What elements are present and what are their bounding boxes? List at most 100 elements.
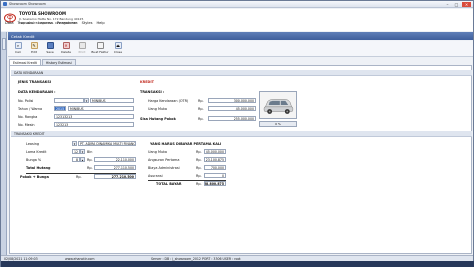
pokok-bunga-rp: Rp.: [76, 175, 82, 179]
biaya-admin-rp: Rp.: [196, 166, 202, 170]
bunga-amount-field: 22.110.000: [94, 157, 136, 162]
vehicle-photo: [259, 91, 297, 119]
menu-transaksi[interactable]: Transaksi: [18, 21, 35, 25]
no-mesin-label: No. Mesin: [18, 123, 35, 127]
bayar-uang-muka-field: 45.000.000: [204, 149, 226, 154]
no-polisi-type-field[interactable]: MINIBUS: [90, 98, 134, 103]
lama-kredit-field[interactable]: 12: [72, 149, 80, 154]
toolbar: ⌕ Cari ✎ Edit Save ✕ Delete Print Buat F…: [8, 41, 473, 57]
menu-wrapper: Data Transaksi Laporan Pengaturan Styles…: [1, 9, 473, 32]
print-icon: [78, 42, 86, 49]
bunga-field[interactable]: 8: [72, 157, 80, 162]
menu-laporan[interactable]: Laporan: [38, 21, 53, 25]
total-bayar-label: TOTAL BAYAR: [156, 182, 182, 186]
section-transaksi-kredit: TRANSAKSI KREDIT: [11, 131, 472, 137]
leasing-field[interactable]: PT. ADIRA DINAMIKA MULTI FINANCE: [78, 141, 136, 146]
total-bayar-field: 68.800.875: [204, 181, 226, 186]
pokok-bunga-label: Pokok + Bunga: [20, 175, 49, 179]
asuransi-field[interactable]: 0: [204, 173, 226, 178]
search-button[interactable]: ⌕ Cari: [11, 41, 25, 56]
jenis-transaksi-label: JENIS TRANSAKSI: [18, 80, 52, 84]
asuransi-label: Asuransi: [148, 174, 163, 178]
biaya-admin-label: Biaya Administrasi: [148, 166, 180, 170]
sisa-hutang-field: 255.000.000: [208, 116, 256, 121]
warna-field[interactable]: MINIBUS: [68, 106, 134, 111]
bunga-rp: Rp.: [87, 158, 93, 162]
menu-pengaturan[interactable]: Pengaturan: [57, 21, 78, 25]
angsuran-rp: Rp.: [196, 158, 202, 162]
window-title: Showroom Showroom: [9, 2, 46, 6]
status-server: Server : DB : j_showroom_2012 PORT : 330…: [151, 256, 241, 261]
no-mesin-field[interactable]: 123213: [54, 122, 134, 127]
status-site: www.ehanotir.com: [65, 256, 95, 261]
lama-kredit-label: Lama Kredit: [26, 150, 47, 154]
delete-icon: ✕: [62, 42, 70, 49]
menu-styles[interactable]: Styles: [82, 21, 93, 25]
delete-button[interactable]: ✕ Delete: [59, 41, 73, 56]
jenis-transaksi-value: KREDIT: [140, 80, 154, 84]
app-window: Showroom Showroom – □ × TOYOTA SHOWROOM …: [0, 0, 474, 267]
invoice-icon: [96, 42, 104, 49]
uang-muka-rp: Rp.: [198, 107, 204, 111]
asuransi-rp: Rp.: [196, 174, 202, 178]
biaya-admin-field[interactable]: 700.000: [204, 165, 226, 170]
angsuran-label: Angsuran Pertama: [148, 158, 180, 162]
window-controls: – □ ×: [444, 2, 471, 7]
total-bayar-rp: Rp.: [196, 182, 202, 186]
bunga-label: Bunga %: [26, 158, 42, 162]
menu-help[interactable]: Help: [96, 21, 104, 25]
side-dock: [1, 32, 7, 255]
side-dock-tab[interactable]: [2, 38, 6, 50]
os-taskbar: [1, 261, 474, 267]
total-hutang-label: Total Hutang: [26, 166, 51, 170]
leasing-dropdown[interactable]: ▾: [72, 141, 77, 146]
invoice-button[interactable]: Buat Faktur: [91, 41, 109, 56]
car-image: [260, 92, 296, 118]
close-icon: ⏏: [114, 42, 122, 49]
section-data-kendaraan: DATA KENDARAAN: [11, 70, 472, 76]
tahun-field[interactable]: 2015: [54, 106, 66, 111]
lama-kredit-dropdown[interactable]: ▾: [80, 149, 85, 154]
total-hutang-field: 277.110.500: [94, 165, 136, 170]
leasing-label: Leasing: [26, 142, 40, 146]
search-icon: ⌕: [14, 42, 22, 49]
photo-zoom-button[interactable]: 0 %: [259, 121, 297, 127]
data-kendaraan-label: DATA KENDARAAN :: [18, 90, 56, 94]
tahun-warna-label: Tahun / Warna: [18, 107, 43, 111]
status-date: 02/08/2021 11:09:03: [4, 256, 38, 261]
uang-muka-label: Uang Muka: [148, 107, 167, 111]
lama-kredit-unit: Bln: [87, 150, 93, 154]
no-polisi-field[interactable]: [54, 98, 84, 103]
close-button[interactable]: ⏏ Close: [111, 41, 125, 56]
menu-data[interactable]: Data: [5, 21, 14, 25]
menu-bar: Data Transaksi Laporan Pengaturan Styles…: [1, 20, 473, 26]
bayar-uang-muka-label: Uang Muka: [148, 150, 167, 154]
harga-otr-label: Harga Kendaraan (OTR): [148, 99, 189, 103]
transaksi-label: TRANSAKSI :: [140, 90, 165, 94]
bayar-title: YANG HARUS DIBAYAR PERTAMA KALI: [150, 142, 222, 146]
pokok-bunga-field: 277.210.500: [94, 174, 136, 179]
no-rangka-label: No. Rangka: [18, 115, 38, 119]
panel-title: Cetak Kredit: [11, 33, 35, 39]
harga-otr-rp: Rp.: [198, 99, 204, 103]
total-hutang-rp: Rp.: [87, 166, 93, 170]
uang-muka-field[interactable]: 45.000.000: [208, 106, 256, 111]
save-button[interactable]: Save: [43, 41, 57, 56]
bayar-uang-muka-rp: Rp.: [196, 150, 202, 154]
close-window-icon[interactable]: ×: [462, 2, 471, 7]
app-icon: [3, 2, 7, 6]
minimize-icon[interactable]: –: [444, 2, 451, 7]
maximize-icon[interactable]: □: [453, 2, 460, 7]
no-rangka-field[interactable]: 12313213: [54, 114, 134, 119]
sisa-hutang-rp: Rp.: [198, 117, 204, 121]
panel-header: Cetak Kredit: [8, 32, 473, 40]
title-bar: Showroom Showroom – □ ×: [1, 1, 473, 8]
bunga-stepper[interactable]: ▴: [80, 157, 85, 162]
edit-button[interactable]: ✎ Edit: [27, 41, 41, 56]
no-polisi-label: No. Polisi: [18, 99, 34, 103]
no-polisi-dropdown[interactable]: ▾: [84, 98, 89, 103]
angsuran-field: 23.100.875: [204, 157, 226, 162]
edit-icon: ✎: [30, 42, 38, 49]
print-button[interactable]: Print: [75, 41, 89, 56]
harga-otr-field[interactable]: 300.000.000: [208, 98, 256, 103]
